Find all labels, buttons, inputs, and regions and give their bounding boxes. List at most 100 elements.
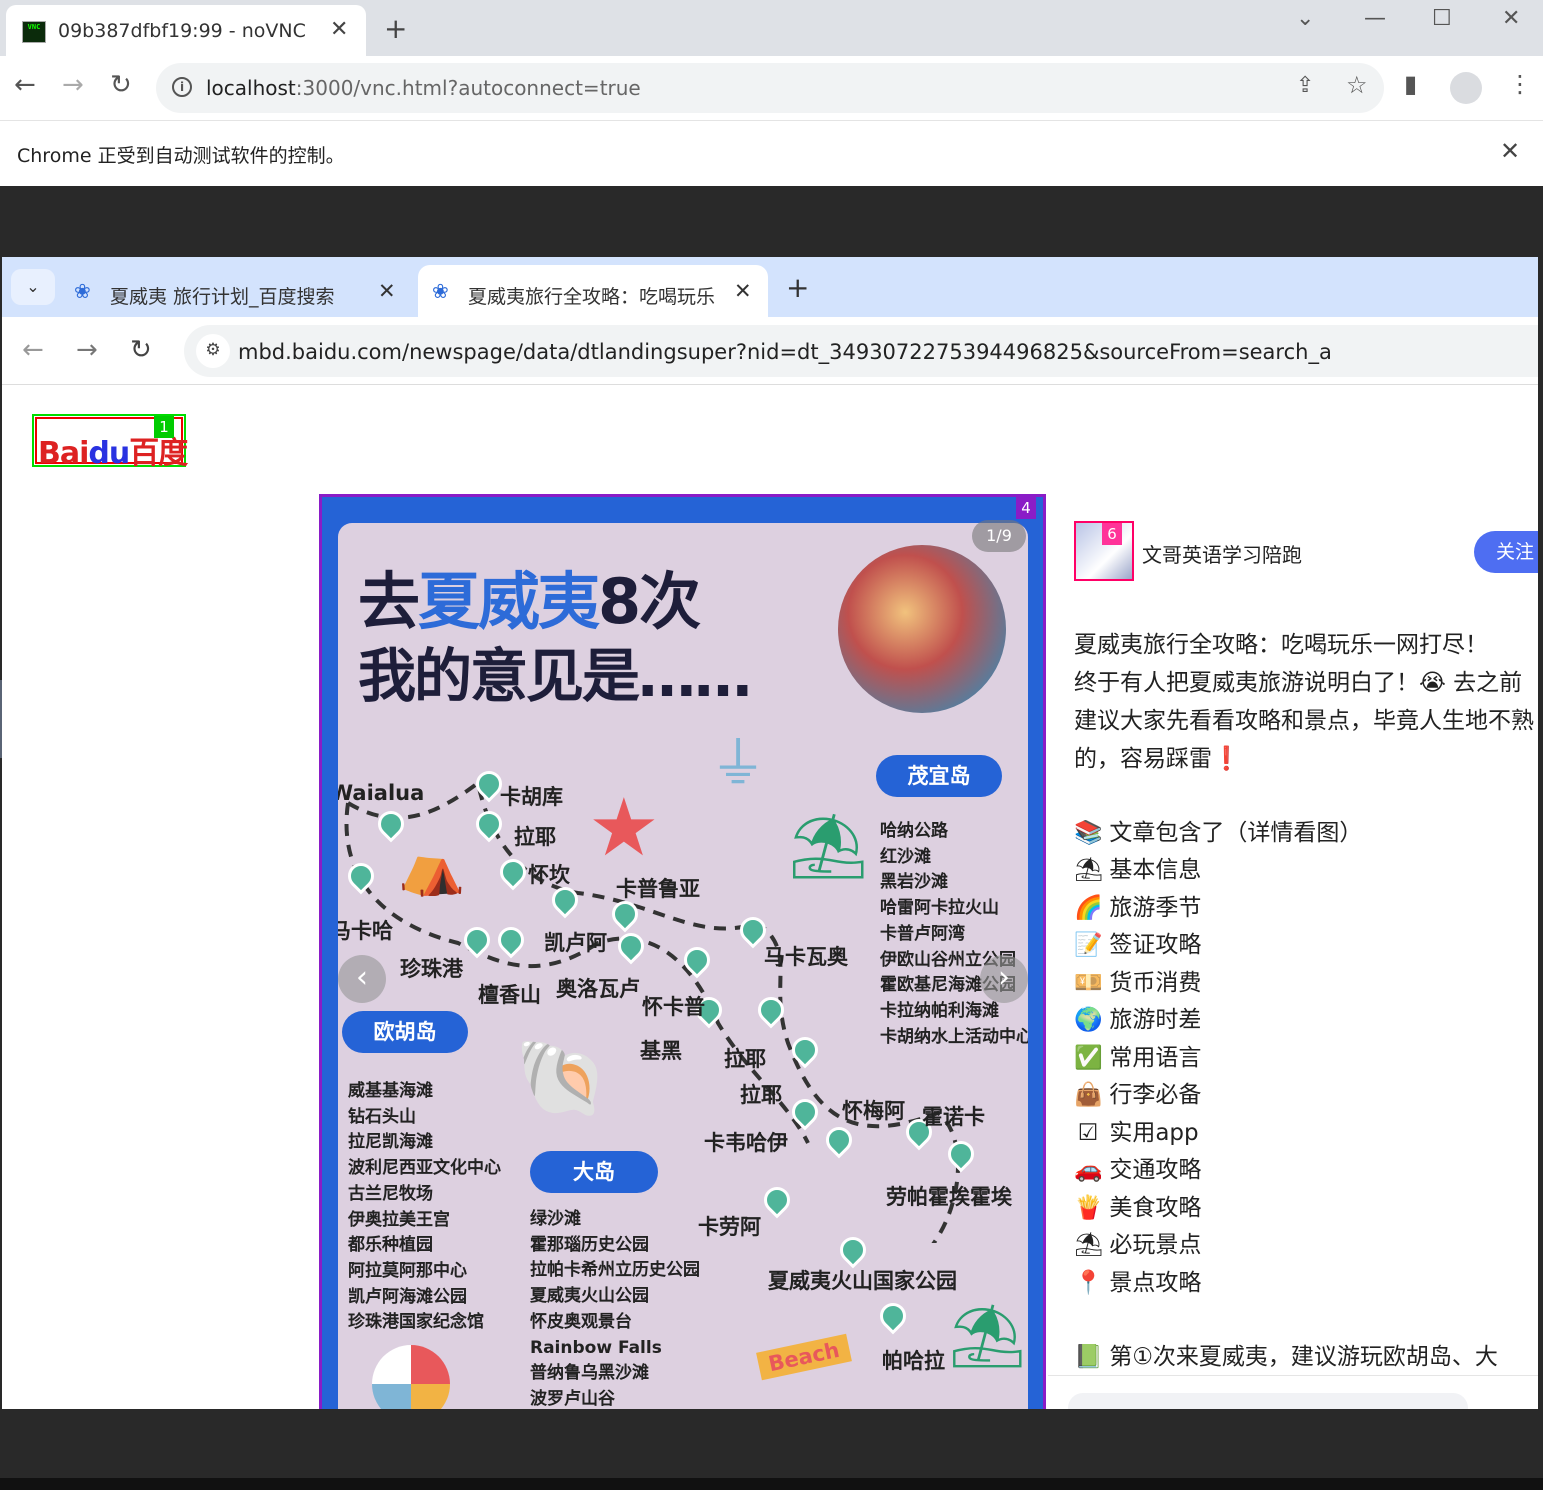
article-image-carousel[interactable]: 4 去夏威夷8次 我的意见是…… 茂宜岛 欧胡岛 大岛 ★ ⏚ ⛱ 🐚 ⛺ Wa… [319, 494, 1046, 1409]
place-label: 拉耶 [514, 825, 556, 849]
poster-title: 去夏威夷8次 [358, 565, 701, 638]
share-icon[interactable]: ⇪ [1296, 73, 1314, 98]
ballot-box-check-icon: ☑ [1077, 1120, 1099, 1146]
toc-item: ⛱ 必玩景点 [1074, 1232, 1202, 1258]
article-text-line: 终于有人把夏威夷旅游说明白了！😭 去之前 [1074, 670, 1523, 696]
toc-item: 🌈 旅游季节 [1074, 895, 1202, 921]
place-label: 霍诺卡 [922, 1105, 985, 1129]
starfish-icon: ★ [588, 781, 660, 874]
carousel-prev-button[interactable]: ‹ [338, 955, 386, 1003]
site-settings-icon[interactable]: ⚙ [196, 334, 230, 368]
maximize-icon[interactable]: ☐ [1432, 6, 1452, 31]
seashell-icon: 🐚 [514, 1033, 609, 1122]
toc-item: 🚗 交通攻略 [1074, 1157, 1202, 1183]
baidu-paw-icon: ❀ [74, 279, 91, 303]
pin-icon: 📍 [1074, 1270, 1103, 1296]
carousel-counter: 1/9 [972, 520, 1026, 552]
window-close-icon[interactable]: ✕ [1502, 6, 1520, 31]
outer-url-text: localhost:3000/vnc.html?autoconnect=true [206, 76, 641, 100]
author-name[interactable]: 文哥英语学习陪跑 [1142, 539, 1302, 568]
maui-attraction-list: 哈纳公路 红沙滩 黑岩沙滩 哈雷阿卡拉火山 卡普卢阿湾 伊欧山谷州立公园 霍欧基… [880, 821, 1028, 1047]
inner-toolbar: ← → ↻ ⚙ mbd.baidu.com/newspage/data/dtla… [2, 317, 1538, 385]
inner-tab-strip: ⌄ ❀ 夏威夷 旅行计划_百度搜索 ✕ ❀ 夏威夷旅行全攻略：吃喝玩乐 ✕ + [2, 257, 1538, 317]
place-label: 马卡瓦奥 [764, 945, 848, 969]
island-pill-big-island: 大岛 [530, 1151, 658, 1193]
follow-button[interactable]: 关注 [1474, 531, 1538, 573]
profile-avatar-icon[interactable] [1450, 72, 1482, 104]
handbag-icon: 👜 [1074, 1082, 1103, 1108]
toc-item: 📍 景点攻略 [1074, 1270, 1202, 1296]
author-avatar[interactable]: 6 [1074, 521, 1134, 581]
beach-sign: Beach [756, 1333, 852, 1381]
beach-icon: ⛱ [1074, 1232, 1104, 1258]
inner-tab-title: 夏威夷旅行全攻略：吃喝玩乐 [468, 286, 716, 308]
baidu-paw-icon: ❀ [432, 279, 449, 303]
place-label: 帕哈拉 [882, 1349, 945, 1373]
infobar-message: Chrome 正受到自动测试软件的控制。 [17, 145, 345, 167]
place-label: 怀卡普 [642, 995, 705, 1019]
inner-forward-icon[interactable]: → [76, 335, 98, 365]
baidu-logo[interactable]: Baidu百度 1 [32, 414, 188, 471]
place-label: 怀坎 [528, 863, 570, 887]
outer-menu-icon[interactable]: ⋮ [1508, 70, 1532, 98]
beach-icon: ⛱ [1074, 857, 1104, 883]
beach-chair-icon: ⛺ [398, 835, 466, 898]
outer-tab-novnc[interactable]: VNC 09b387dfbf19:99 - noVNC ✕ [6, 5, 366, 56]
place-label: 卡胡库 [500, 785, 563, 809]
side-panel-icon[interactable]: ▮ [1404, 70, 1417, 98]
outer-forward-icon[interactable]: → [62, 70, 84, 100]
inner-back-icon[interactable]: ← [22, 335, 44, 365]
outer-reload-icon[interactable]: ↻ [110, 70, 132, 100]
tab-search-chevron-icon[interactable]: ⌄ [1296, 6, 1314, 31]
outer-tab-strip: VNC 09b387dfbf19:99 - noVNC ✕ + ⌄ — ☐ ✕ [0, 0, 1543, 56]
rainbow-icon: 🌈 [1074, 895, 1103, 921]
article-text-line: 📗 第①次来夏威夷，建议游玩欧胡岛、大 [1074, 1344, 1498, 1370]
place-label: 卡韦哈伊 [704, 1131, 788, 1155]
hawaii-map-poster: 去夏威夷8次 我的意见是…… 茂宜岛 欧胡岛 大岛 ★ ⏚ ⛱ 🐚 ⛺ Waia… [338, 523, 1028, 1409]
place-label: 奥洛瓦卢 [556, 977, 640, 1001]
inner-tab-search[interactable]: ❀ 夏威夷 旅行计划_百度搜索 ✕ [60, 265, 412, 317]
place-label: 拉耶 [724, 1047, 766, 1071]
place-label: 夏威夷火山国家公园 [768, 1269, 957, 1293]
outer-address-bar[interactable]: i localhost:3000/vnc.html?autoconnect=tr… [156, 63, 1384, 113]
place-label: 檀香山 [478, 983, 541, 1007]
article-title-line: 夏威夷旅行全攻略：吃喝玩乐一网打尽！ [1074, 632, 1488, 658]
place-label: 珍珠港 [400, 957, 463, 981]
island-pill-oahu: 欧胡岛 [342, 1011, 468, 1053]
inner-reload-icon[interactable]: ↻ [130, 335, 152, 365]
globe-icon: 🌍 [1074, 1007, 1103, 1033]
books-icon: 📚 [1074, 820, 1103, 846]
vnc-remote-screen[interactable]: ⌄ ❀ 夏威夷 旅行计划_百度搜索 ✕ ❀ 夏威夷旅行全攻略：吃喝玩乐 ✕ + … [2, 257, 1538, 1409]
place-label: Waialua [338, 781, 425, 805]
toc-item: ☑ 实用app [1074, 1113, 1199, 1147]
beach-ball-icon [372, 1345, 450, 1409]
tab-list-chevron-icon[interactable]: ⌄ [11, 269, 55, 305]
inner-tab-article[interactable]: ❀ 夏威夷旅行全攻略：吃喝玩乐 ✕ [418, 265, 768, 317]
outer-back-icon[interactable]: ← [14, 70, 36, 100]
place-label: 劳帕霍埃霍埃 [886, 1185, 1012, 1209]
outer-tab-close-icon[interactable]: ✕ [330, 17, 348, 42]
inner-tab-close-icon[interactable]: ✕ [734, 279, 752, 303]
inner-tab-close-icon[interactable]: ✕ [378, 279, 396, 303]
bookmark-star-icon[interactable]: ☆ [1346, 71, 1368, 99]
novnc-favicon-icon: VNC [22, 21, 46, 43]
comment-input[interactable] [1068, 1393, 1468, 1409]
site-info-icon[interactable]: i [172, 77, 192, 97]
place-label: 怀梅阿 [842, 1099, 905, 1123]
oahu-attraction-list: 威基基海滩 钻石头山 拉尼凯海滩 波利尼西亚文化中心 古兰尼牧场 伊奥拉美王宫 … [348, 1081, 501, 1333]
toc-item: 👜 行李必备 [1074, 1082, 1202, 1108]
outer-tab-title: 09b387dfbf19:99 - noVNC [58, 20, 306, 42]
place-label: 卡普鲁亚 [616, 877, 700, 901]
minimize-icon[interactable]: — [1364, 6, 1386, 31]
automation-infobar: Chrome 正受到自动测试软件的控制。 ✕ [0, 120, 1543, 186]
big-island-attraction-list: 绿沙滩 霍那瑙历史公园 拉帕卡希州立历史公园 夏威夷火山公园 怀皮奥观景台 Ra… [530, 1209, 700, 1409]
infobar-close-icon[interactable]: ✕ [1500, 137, 1520, 165]
inner-new-tab-icon[interactable]: + [786, 271, 809, 304]
inner-tab-title: 夏威夷 旅行计划_百度搜索 [110, 286, 335, 308]
memo-icon: 📝 [1074, 932, 1103, 958]
palm-tree-icon: ⛱ [788, 810, 870, 884]
carousel-next-button[interactable]: › [980, 955, 1028, 1003]
toc-item: 📚 文章包含了（详情看图） [1074, 820, 1363, 846]
outer-new-tab-icon[interactable]: + [384, 12, 407, 45]
inner-address-bar[interactable]: ⚙ mbd.baidu.com/newspage/data/dtlandings… [184, 325, 1538, 377]
